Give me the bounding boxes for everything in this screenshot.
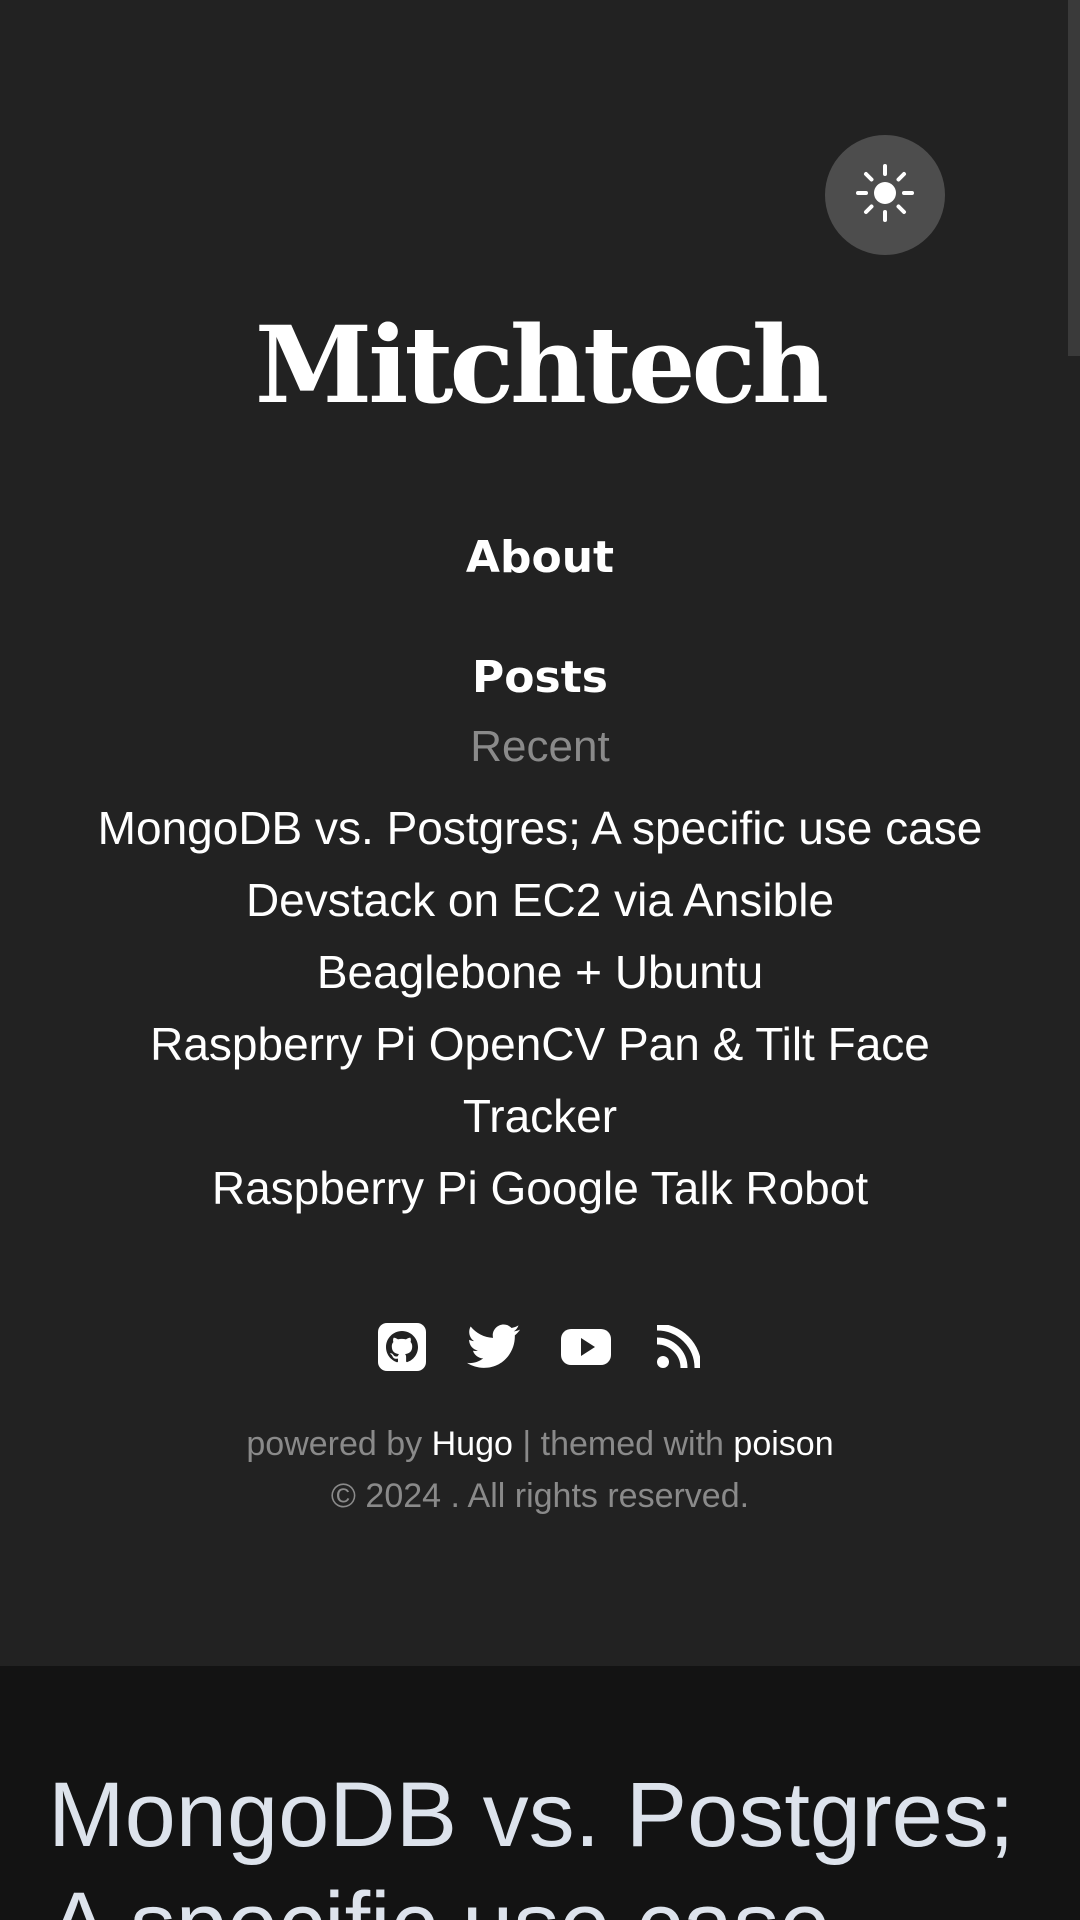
list-item: Devstack on EC2 via Ansible [80, 864, 1000, 936]
recent-label: Recent [470, 722, 610, 771]
list-item: Raspberry Pi OpenCV Pan & Tilt Face Trac… [80, 1008, 1000, 1152]
recent-post-link[interactable]: Devstack on EC2 via Ansible [246, 874, 834, 926]
twitter-icon[interactable] [467, 1320, 521, 1374]
github-icon[interactable] [375, 1320, 429, 1374]
list-item: Beaglebone + Ubuntu [80, 936, 1000, 1008]
recent-posts-list: MongoDB vs. Postgres; A specific use cas… [80, 792, 1000, 1224]
nav-link-posts[interactable]: Posts [472, 652, 608, 703]
recent-post-link[interactable]: MongoDB vs. Postgres; A specific use cas… [98, 802, 983, 854]
post-title: MongoDB vs. Postgres; A specific use cas… [48, 1764, 1015, 1920]
rss-icon[interactable] [651, 1320, 705, 1374]
recent-post-link[interactable]: Beaglebone + Ubuntu [317, 946, 763, 998]
recent-post-link[interactable]: Raspberry Pi Google Talk Robot [212, 1162, 868, 1214]
social-links [0, 1320, 1080, 1374]
recent-post-link[interactable]: Raspberry Pi OpenCV Pan & Tilt Face Trac… [150, 1018, 930, 1142]
sun-icon [855, 163, 915, 227]
list-item: MongoDB vs. Postgres; A specific use cas… [80, 792, 1000, 864]
nav-link-about[interactable]: About [466, 532, 614, 583]
footer-credits: powered by Hugo | themed with poison [0, 1418, 1080, 1470]
scrollbar[interactable] [1068, 0, 1080, 356]
footer-powered-by: powered by [246, 1425, 432, 1463]
footer: powered by Hugo | themed with poison © 2… [0, 1418, 1080, 1522]
youtube-icon[interactable] [559, 1320, 613, 1374]
list-item: Raspberry Pi Google Talk Robot [80, 1152, 1000, 1224]
hugo-link[interactable]: Hugo [432, 1425, 513, 1463]
copyright: © 2024 . All rights reserved. [330, 1477, 750, 1515]
site-title[interactable]: Mitchtech [0, 300, 1080, 430]
footer-separator: | themed with [512, 1425, 734, 1463]
nav-posts: Posts [0, 652, 1080, 703]
theme-toggle-button[interactable] [825, 135, 945, 255]
sidebar: Mitchtech About Posts Recent MongoDB vs.… [0, 0, 1080, 1666]
poison-link[interactable]: poison [733, 1425, 833, 1463]
nav-about: About [0, 532, 1080, 583]
